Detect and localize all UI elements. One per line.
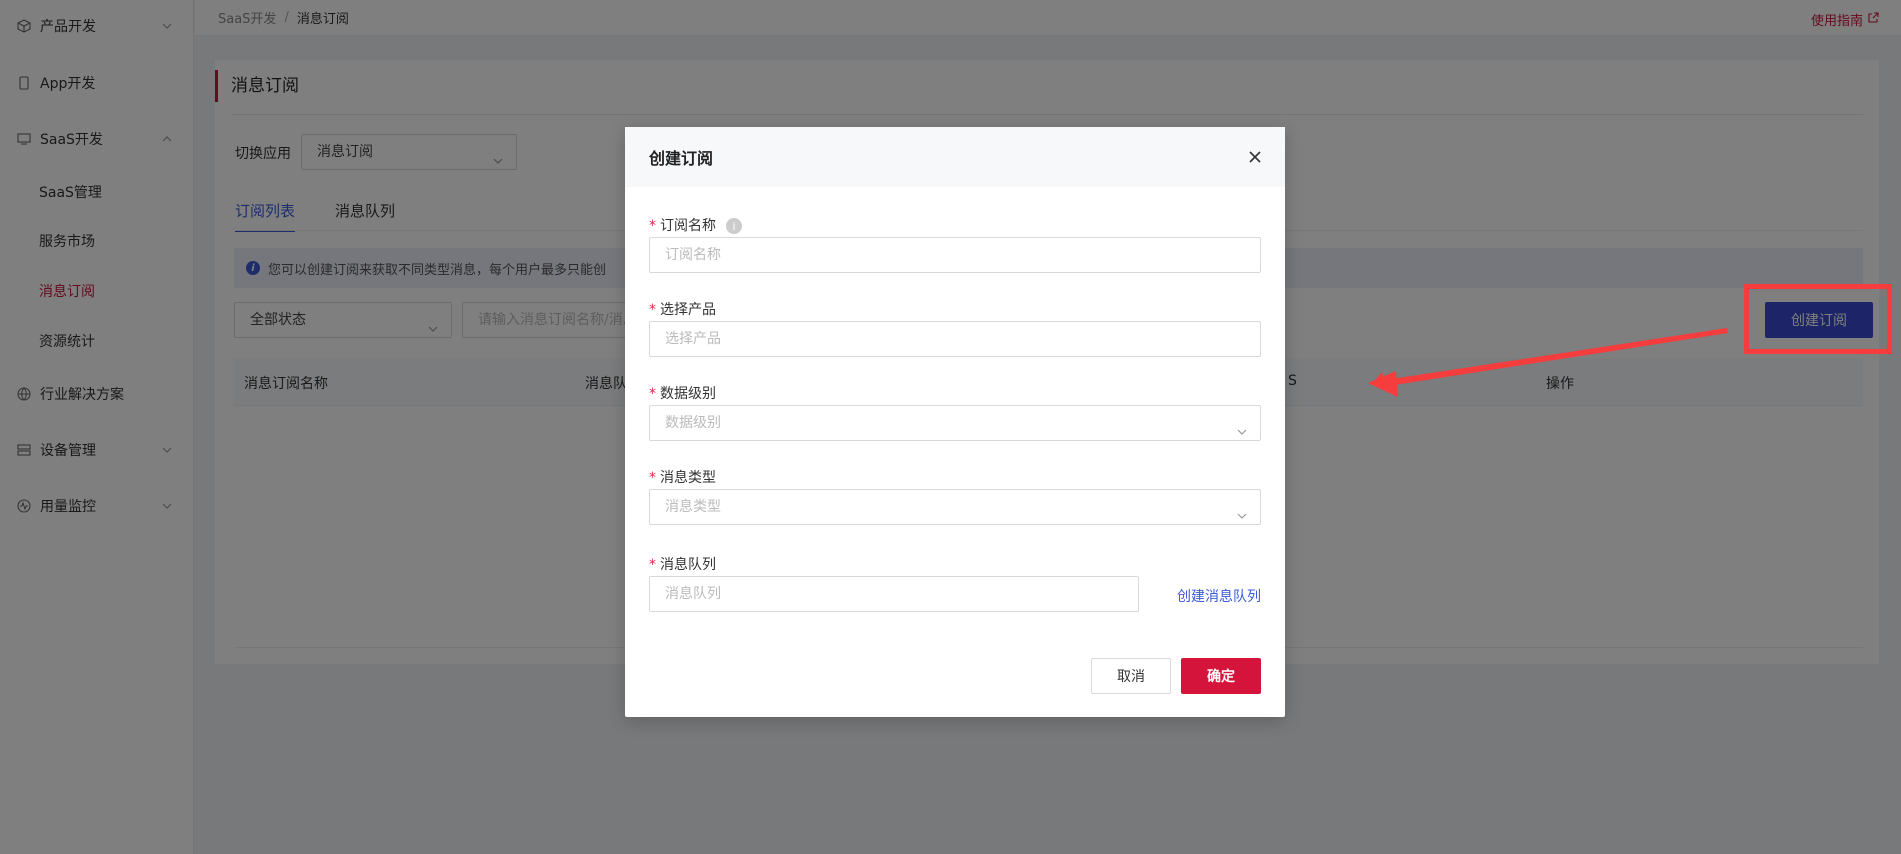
field-label-text: 订阅名称 bbox=[660, 218, 716, 234]
required-mark: * bbox=[649, 557, 656, 573]
message-queue-input[interactable]: 消息队列 bbox=[649, 576, 1139, 612]
field-label-text: 消息队列 bbox=[660, 557, 716, 573]
subscription-name-label: * 订阅名称 i bbox=[649, 215, 742, 235]
data-level-label: * 数据级别 bbox=[649, 383, 716, 403]
required-mark: * bbox=[649, 218, 656, 234]
confirm-button[interactable]: 确定 bbox=[1181, 658, 1261, 694]
required-mark: * bbox=[649, 386, 656, 402]
subscription-name-input[interactable]: 订阅名称 bbox=[649, 237, 1261, 273]
field-label-text: 数据级别 bbox=[660, 386, 716, 402]
message-type-select[interactable]: 消息类型 bbox=[649, 489, 1261, 525]
select-product-label: * 选择产品 bbox=[649, 299, 716, 319]
field-label-text: 消息类型 bbox=[660, 470, 716, 486]
help-icon[interactable]: i bbox=[726, 218, 742, 234]
data-level-select[interactable]: 数据级别 bbox=[649, 405, 1261, 441]
chevron-down-icon bbox=[1236, 501, 1248, 535]
create-queue-link[interactable]: 创建消息队列 bbox=[1177, 586, 1261, 606]
message-type-placeholder: 消息类型 bbox=[665, 499, 721, 515]
dialog-title: 创建订阅 bbox=[649, 149, 714, 168]
required-mark: * bbox=[649, 470, 656, 486]
select-product-input[interactable]: 选择产品 bbox=[649, 321, 1261, 357]
create-subscription-dialog: 创建订阅 * 订阅名称 i 订阅名称 * 选择产品 选择产品 * 数据级别 数据级别 *… bbox=[625, 127, 1285, 717]
required-mark: * bbox=[649, 302, 656, 318]
field-label-text: 选择产品 bbox=[660, 302, 716, 318]
data-level-placeholder: 数据级别 bbox=[665, 415, 721, 431]
cancel-button[interactable]: 取消 bbox=[1091, 658, 1171, 694]
dialog-header: 创建订阅 bbox=[625, 127, 1285, 187]
close-icon[interactable] bbox=[1245, 147, 1265, 167]
chevron-down-icon bbox=[1236, 417, 1248, 451]
message-queue-label: * 消息队列 bbox=[649, 554, 716, 574]
message-type-label: * 消息类型 bbox=[649, 467, 716, 487]
